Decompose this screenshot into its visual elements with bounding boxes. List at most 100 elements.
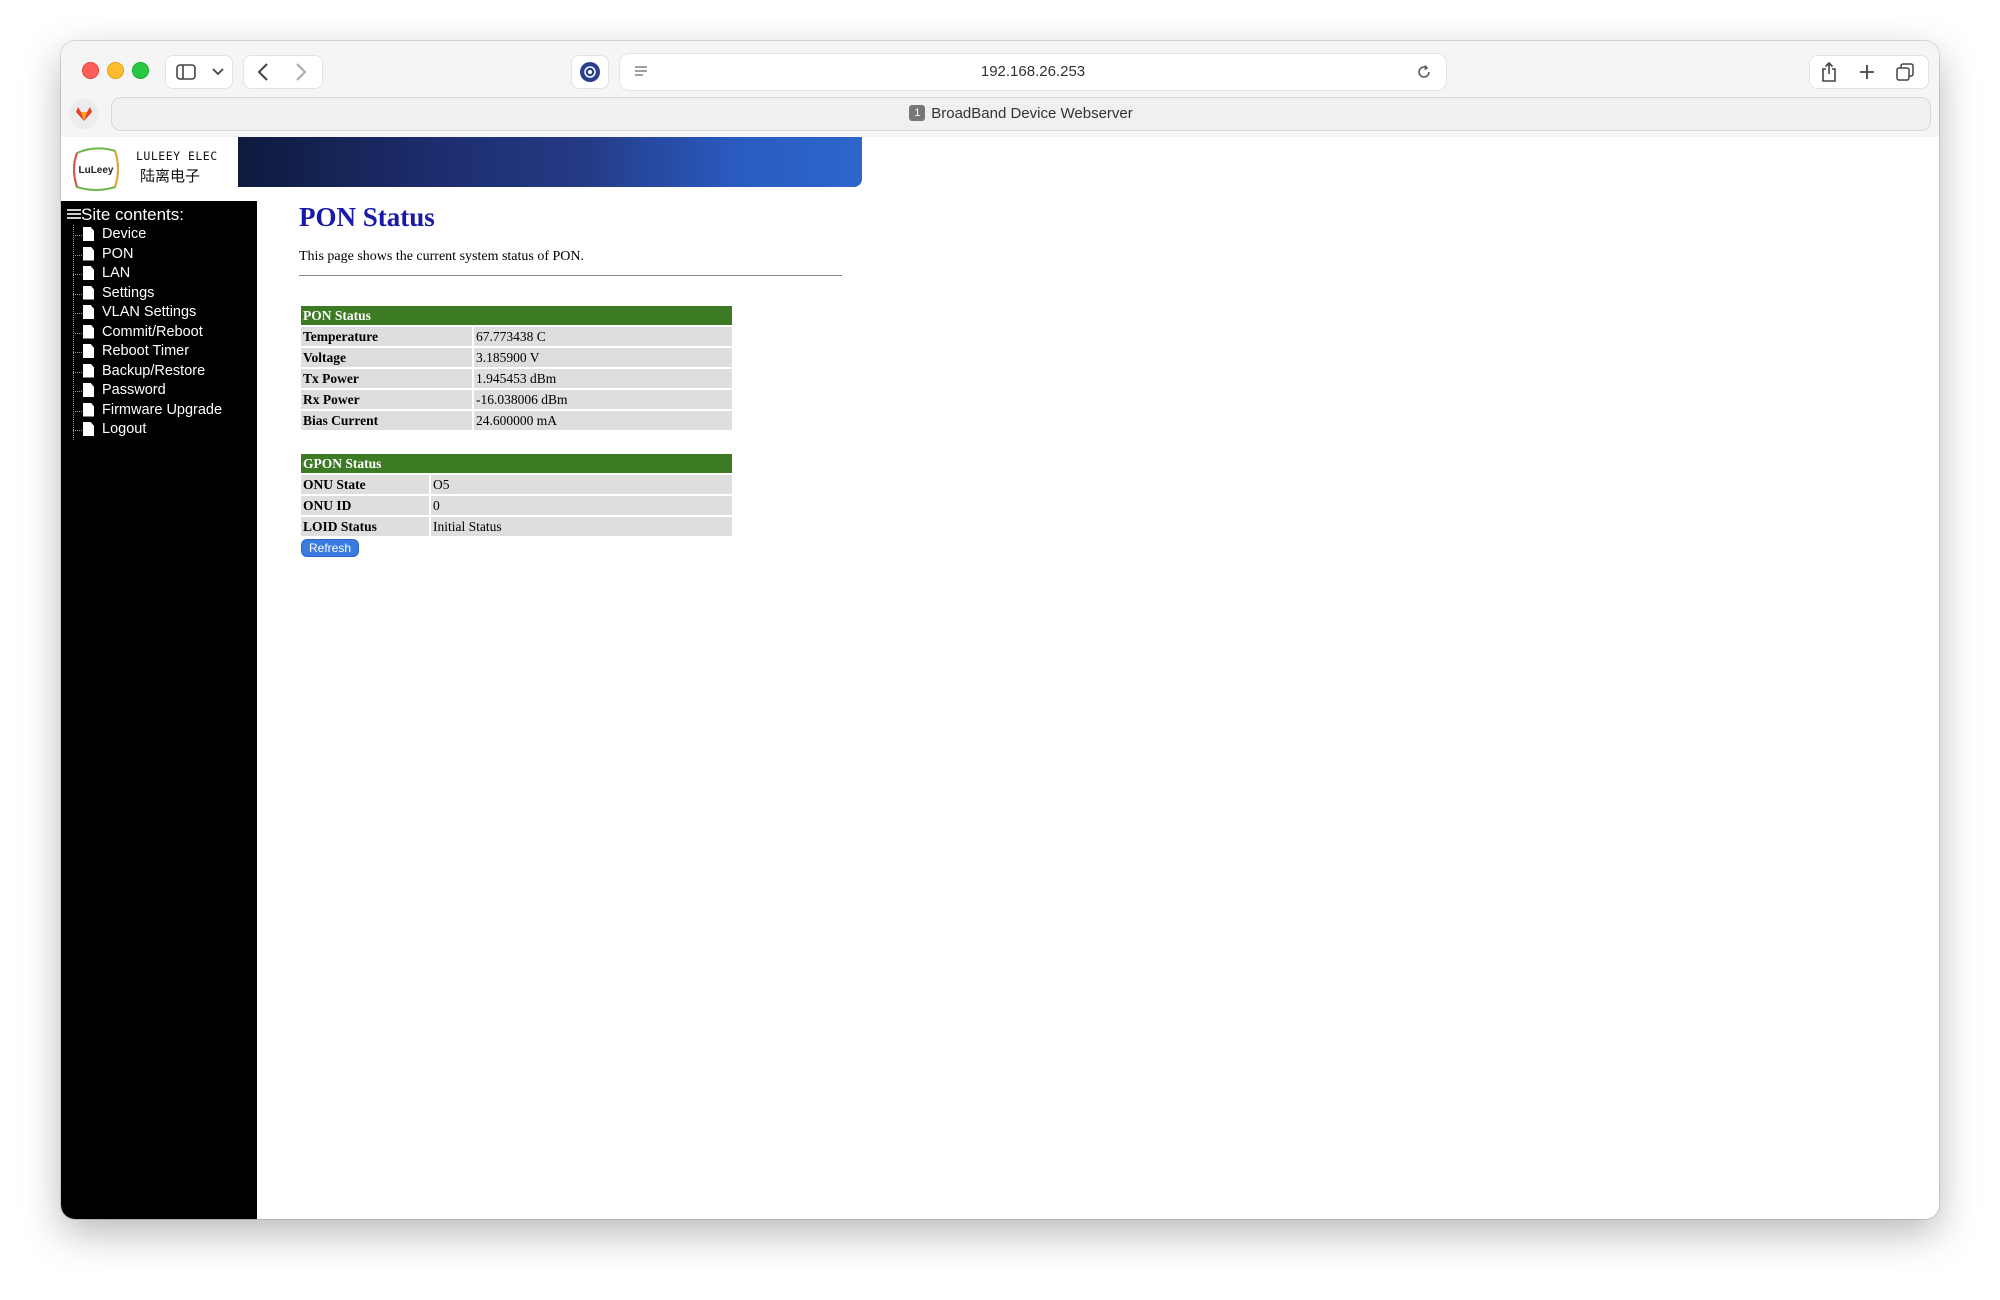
sidebar-item-commit-reboot[interactable]: Commit/Reboot <box>67 323 222 343</box>
frame-corner <box>257 187 277 201</box>
sidebar-toggle-button[interactable] <box>166 56 206 88</box>
sidebar: Site contents: Device PON LAN Settings V… <box>61 201 257 1219</box>
document-icon <box>83 324 94 339</box>
folder-open-icon <box>67 209 81 219</box>
tab-index-badge: 1 <box>909 105 926 122</box>
refresh-button[interactable]: Refresh <box>301 539 360 557</box>
extension-button[interactable] <box>69 99 99 129</box>
row-label: Bias Current <box>301 411 472 430</box>
sidebar-item-label: Commit/Reboot <box>102 323 203 340</box>
chevron-left-icon <box>257 63 268 81</box>
gpon-status-table: GPON Status ONU State O5 ONU ID 0 LOID Sta… <box>299 452 734 538</box>
sidebar-icon <box>176 64 196 80</box>
document-icon <box>83 285 94 300</box>
minimize-window-button[interactable] <box>107 62 124 79</box>
share-button[interactable] <box>1810 56 1848 88</box>
row-value: 0 <box>431 496 732 515</box>
back-button[interactable] <box>244 56 282 88</box>
row-value: 24.600000 mA <box>474 411 732 430</box>
row-value: 3.185900 V <box>474 348 732 367</box>
document-icon <box>83 383 94 397</box>
sidebar-item-vlan-settings[interactable]: VLAN Settings <box>67 303 222 323</box>
row-label: Tx Power <box>301 369 472 388</box>
sidebar-item-label: Password <box>102 382 166 398</box>
tab-overview-button[interactable] <box>1886 56 1924 88</box>
main-panel: PON Status This page shows the current s… <box>299 197 1799 557</box>
chevron-right-icon <box>296 63 307 81</box>
sidebar-item-label: Logout <box>102 421 147 437</box>
row-value: 67.773438 C <box>474 327 732 346</box>
table-row: LOID Status Initial Status <box>301 517 732 536</box>
browser-window: 192.168.26.253 1 BroadBand Device Webser… <box>61 41 1939 1219</box>
sidebar-item-firmware-upgrade[interactable]: Firmware Upgrade <box>67 401 222 421</box>
sidebar-toggle-group <box>165 55 233 89</box>
plus-icon <box>1860 65 1874 79</box>
page-description: This page shows the current system statu… <box>299 249 585 264</box>
address-bar[interactable]: 192.168.26.253 <box>619 53 1447 91</box>
document-icon <box>83 266 94 280</box>
logo-brand-cn: 陆离电子 <box>140 167 201 185</box>
zoom-window-button[interactable] <box>132 62 149 79</box>
table-row: Rx Power -16.038006 dBm <box>301 390 732 409</box>
document-icon <box>83 402 94 417</box>
sidebar-item-label: LAN <box>102 265 131 281</box>
table-row: Bias Current 24.600000 mA <box>301 411 732 430</box>
logo: LuLeey LULEEY ELEC 陆离电子 <box>61 137 238 201</box>
url-text: 192.168.26.253 <box>980 63 1086 80</box>
table-row: ONU ID 0 <box>301 496 732 515</box>
sidebar-item-pon[interactable]: PON <box>67 245 222 265</box>
tab-title: BroadBand Device Webserver <box>931 105 1133 122</box>
pon-status-table: PON Status Temperature 67.773438 C Voltag… <box>299 304 734 432</box>
site-tree: Site contents: Device PON LAN Settings V… <box>67 205 222 440</box>
new-tab-button[interactable] <box>1848 56 1886 88</box>
row-label: ONU ID <box>301 496 429 515</box>
luleey-logo-icon: LuLeey <box>73 147 119 191</box>
share-icon <box>1822 62 1836 82</box>
row-label: LOID Status <box>301 517 429 536</box>
document-icon <box>83 227 94 241</box>
sidebar-item-label: VLAN Settings <box>102 304 197 320</box>
row-value: -16.038006 dBm <box>474 390 732 409</box>
page-content: LuLeey LULEEY ELEC 陆离电子 Site contents: D… <box>61 137 1939 1219</box>
sidebar-item-password[interactable]: Password <box>67 381 222 401</box>
close-window-button[interactable] <box>82 62 99 79</box>
sidebar-item-label: Firmware Upgrade <box>102 401 223 418</box>
sidebar-item-label: Device <box>102 226 147 242</box>
forward-button[interactable] <box>282 56 320 88</box>
divider <box>299 275 842 276</box>
table-row: Voltage 3.185900 V <box>301 348 732 367</box>
table-header: GPON Status <box>301 454 732 473</box>
tree-root[interactable]: Site contents: <box>67 205 222 225</box>
sidebar-item-label: PON <box>102 245 134 262</box>
privacy-report-icon <box>580 62 600 82</box>
document-icon <box>83 246 94 261</box>
table-row: Temperature 67.773438 C <box>301 327 732 346</box>
logo-badge-text: LuLeey <box>78 165 113 176</box>
sidebar-item-reboot-timer[interactable]: Reboot Timer <box>67 342 222 362</box>
tree-root-label: Site contents: <box>81 205 185 224</box>
row-value: 1.945453 dBm <box>474 369 732 388</box>
document-icon <box>83 344 94 358</box>
sidebar-item-logout[interactable]: Logout <box>67 420 222 440</box>
document-icon <box>83 305 94 319</box>
header-banner <box>238 137 862 187</box>
navigation-group <box>243 55 323 89</box>
reload-icon[interactable] <box>1416 64 1432 80</box>
sidebar-item-settings[interactable]: Settings <box>67 284 222 304</box>
chevron-down-icon <box>212 68 224 76</box>
browser-toolbar: 192.168.26.253 1 BroadBand Device Webser… <box>61 41 1939 138</box>
sidebar-item-label: Settings <box>102 284 155 301</box>
sidebar-item-backup-restore[interactable]: Backup/Restore <box>67 362 222 382</box>
sidebar-item-label: Backup/Restore <box>102 362 206 379</box>
sidebar-menu-button[interactable] <box>206 56 230 88</box>
tab-active[interactable]: 1 BroadBand Device Webserver <box>111 97 1931 131</box>
sidebar-item-device[interactable]: Device <box>67 225 222 245</box>
document-icon <box>83 422 94 436</box>
privacy-button[interactable] <box>571 55 609 89</box>
logo-brand-en: LULEEY ELEC <box>136 149 218 163</box>
row-label: Temperature <box>301 327 472 346</box>
sidebar-item-lan[interactable]: LAN <box>67 264 222 284</box>
row-label: ONU State <box>301 475 429 494</box>
row-label: Voltage <box>301 348 472 367</box>
gitlab-fox-icon <box>76 107 92 121</box>
